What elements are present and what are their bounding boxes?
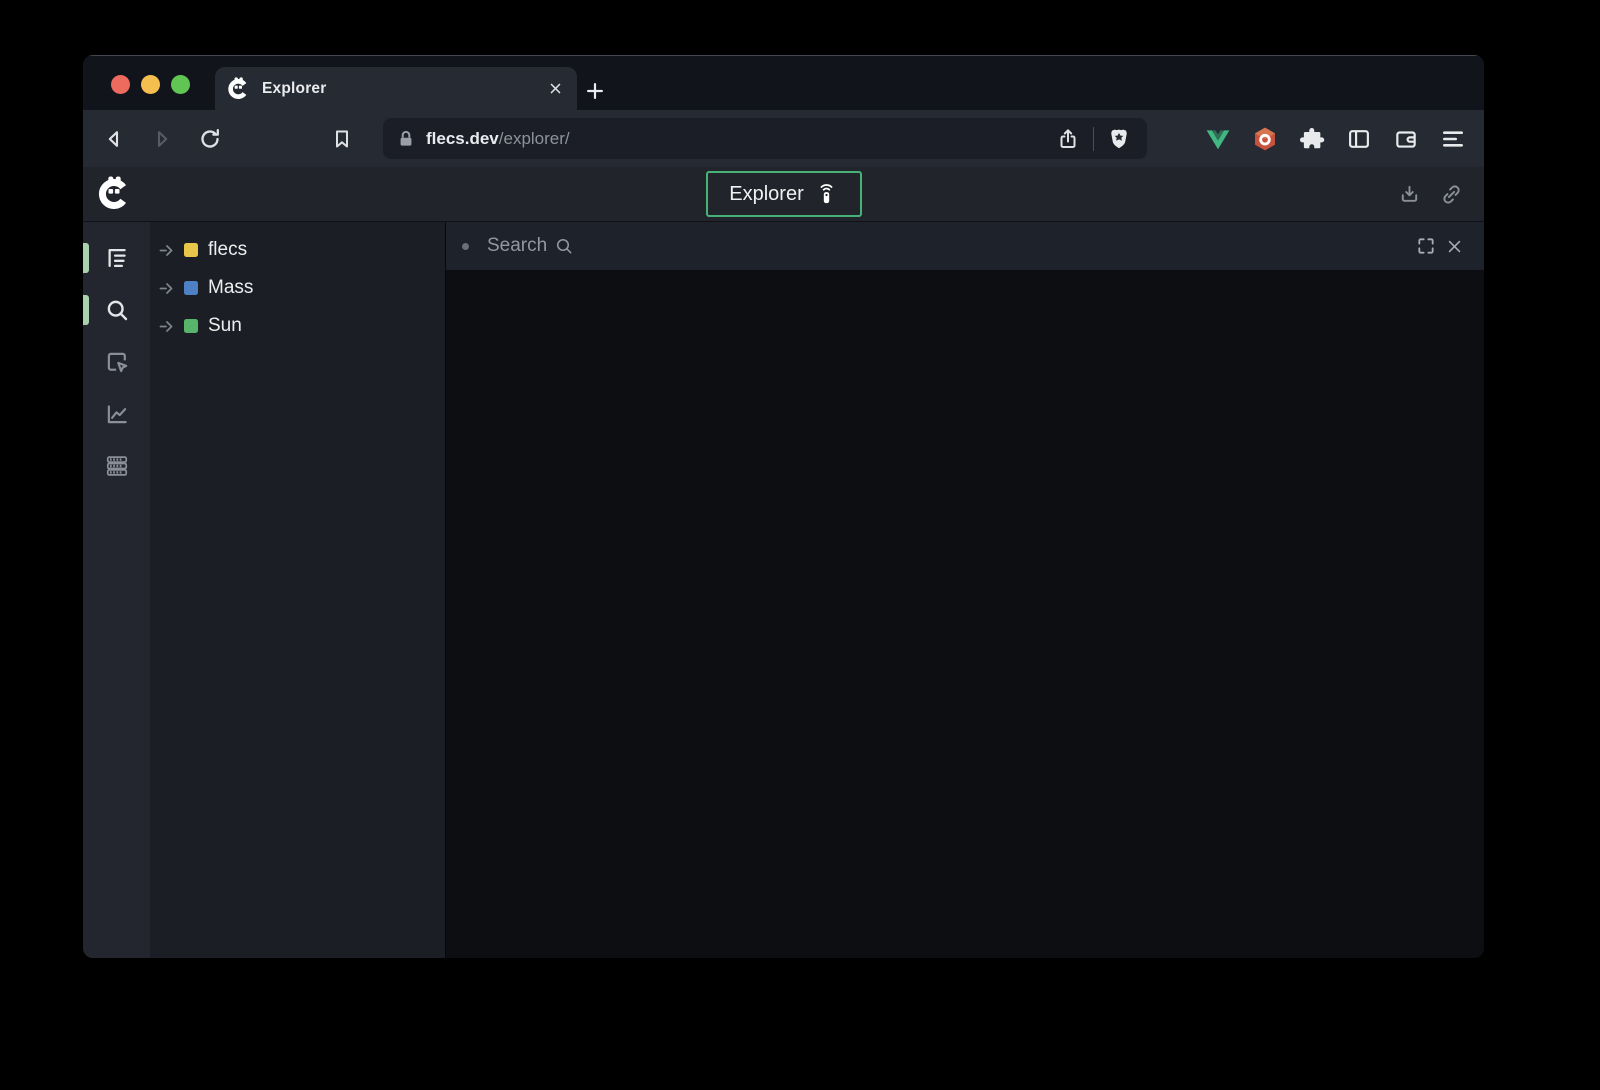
connection-status-button[interactable]: Explorer	[706, 171, 862, 217]
extensions-puzzle-icon[interactable]	[1297, 124, 1327, 154]
traffic-lights	[111, 75, 190, 94]
forward-icon[interactable]	[147, 124, 177, 154]
bookmark-icon[interactable]	[327, 124, 357, 154]
back-icon[interactable]	[99, 124, 129, 154]
query-search-bar[interactable]: Search	[446, 222, 1484, 271]
entity-label: Sun	[208, 315, 242, 337]
url-domain: flecs.dev	[426, 129, 499, 148]
header-actions	[1394, 179, 1470, 209]
entity-color-swatch	[184, 243, 198, 257]
stats-chart-icon[interactable]	[103, 400, 131, 428]
query-panel: Search	[445, 222, 1484, 958]
icon-rail	[83, 222, 150, 958]
brave-shield-icon[interactable]	[1104, 124, 1134, 154]
fullscreen-icon[interactable]	[1412, 232, 1440, 260]
entity-label: Mass	[208, 277, 253, 299]
browser-window: Explorer	[83, 55, 1484, 958]
rail-active-indicator	[83, 243, 89, 273]
search-icon	[554, 236, 574, 256]
new-tab-icon[interactable]	[584, 80, 606, 102]
extension-icons	[1203, 124, 1468, 154]
remote-connection-icon	[815, 183, 838, 206]
close-panel-icon[interactable]	[1440, 232, 1468, 260]
zoom-window-button[interactable]	[171, 75, 190, 94]
tree-row-mass[interactable]: Mass	[150, 269, 445, 307]
lock-icon	[396, 129, 416, 149]
vue-devtools-icon[interactable]	[1203, 124, 1233, 154]
rail-active-indicator	[83, 295, 89, 325]
close-tab-icon[interactable]	[548, 81, 563, 96]
expand-arrow-icon[interactable]	[159, 243, 177, 258]
entity-color-swatch	[184, 319, 198, 333]
explorer-body: flecs Mass Sun	[83, 222, 1484, 958]
url-path: /explorer/	[499, 129, 570, 148]
search-placeholder[interactable]: Search	[487, 235, 547, 257]
tree-panel-icon[interactable]	[103, 244, 131, 272]
divider	[1093, 127, 1094, 151]
close-window-button[interactable]	[111, 75, 130, 94]
entity-tree-panel: flecs Mass Sun	[150, 222, 445, 958]
tree-row-flecs[interactable]: flecs	[150, 231, 445, 269]
explorer-header: Explorer	[83, 167, 1484, 222]
share-link-icon[interactable]	[1436, 179, 1466, 209]
entity-color-swatch	[184, 281, 198, 295]
url-text: flecs.dev/explorer/	[426, 129, 570, 149]
tab-title: Explorer	[262, 80, 537, 98]
download-icon[interactable]	[1394, 179, 1424, 209]
address-bar[interactable]: flecs.dev/explorer/	[383, 118, 1147, 159]
menu-icon[interactable]	[1438, 124, 1468, 154]
share-icon[interactable]	[1053, 124, 1083, 154]
minimize-window-button[interactable]	[141, 75, 160, 94]
query-search-icon[interactable]	[103, 296, 131, 324]
flecs-logo	[97, 176, 133, 212]
entity-label: flecs	[208, 239, 247, 261]
tab-bar: Explorer	[83, 55, 1484, 110]
browser-tab[interactable]: Explorer	[215, 67, 577, 110]
queries-rows-icon[interactable]	[103, 452, 131, 480]
inspector-select-icon[interactable]	[103, 348, 131, 376]
expand-arrow-icon[interactable]	[159, 319, 177, 334]
reload-icon[interactable]	[195, 124, 225, 154]
wallet-icon[interactable]	[1391, 124, 1421, 154]
expand-arrow-icon[interactable]	[159, 281, 177, 296]
hexagon-extension-icon[interactable]	[1250, 124, 1280, 154]
browser-toolbar: flecs.dev/explorer/	[83, 110, 1484, 167]
connection-title: Explorer	[729, 183, 803, 206]
status-dot	[462, 243, 469, 250]
flecs-favicon	[227, 77, 251, 101]
query-results-area	[446, 271, 1484, 958]
sidebar-toggle-icon[interactable]	[1344, 124, 1374, 154]
tree-row-sun[interactable]: Sun	[150, 307, 445, 345]
